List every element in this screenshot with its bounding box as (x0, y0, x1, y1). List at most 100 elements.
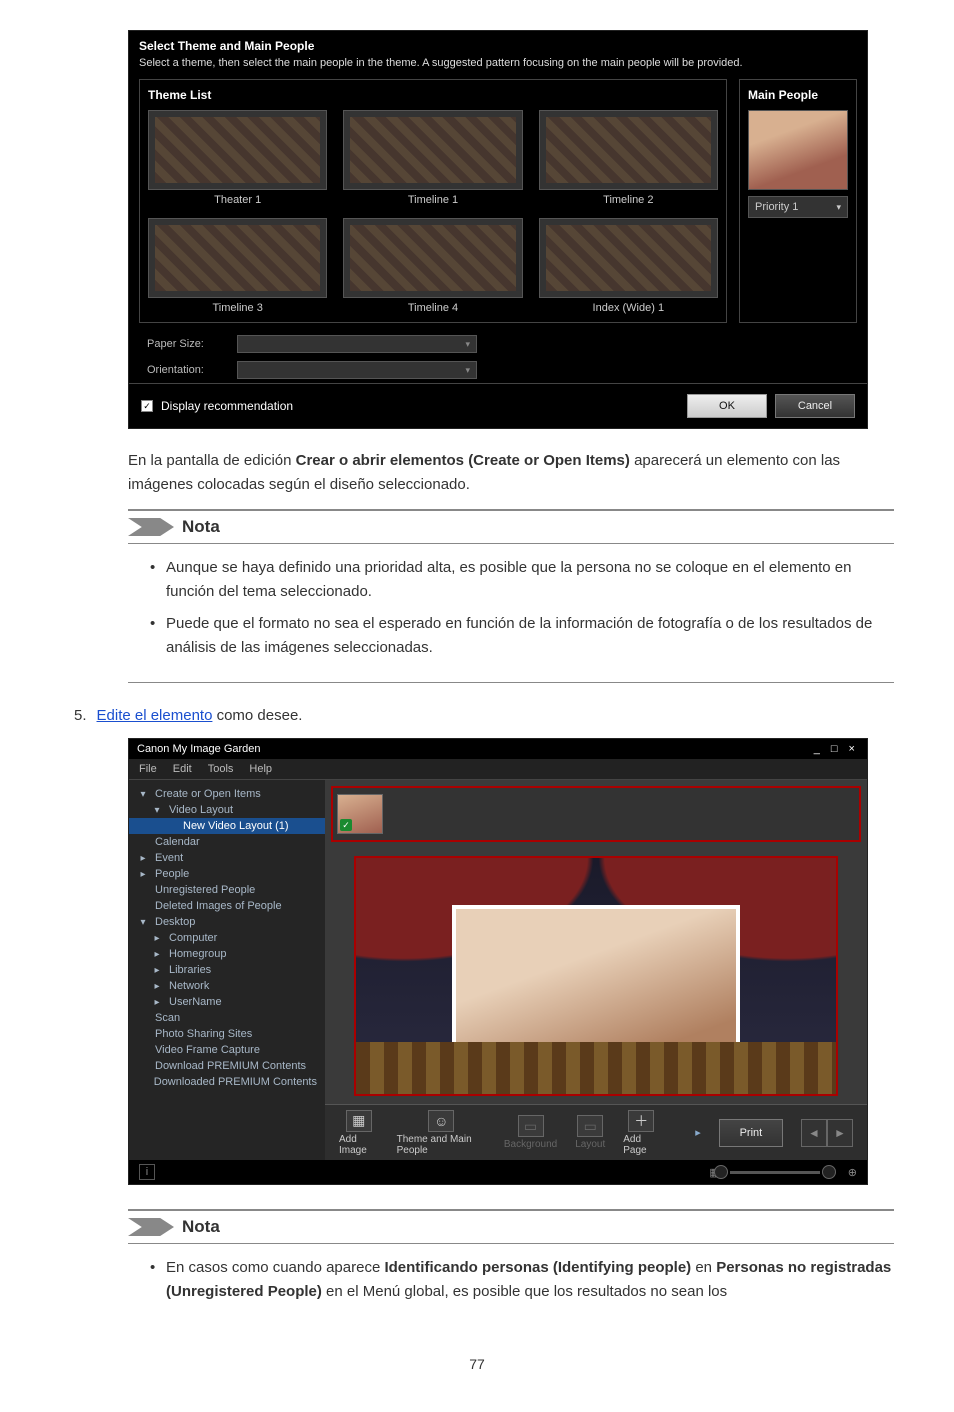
sidebar-item[interactable]: Calendar (129, 834, 325, 850)
tree-arrow-icon: ▸ (151, 965, 163, 976)
ok-button[interactable]: OK (687, 394, 767, 418)
menu-edit[interactable]: Edit (173, 763, 192, 775)
stage-floor (356, 1042, 836, 1094)
print-button[interactable]: Print (719, 1119, 783, 1147)
note-item: Puede que el formato no sea el esperado … (150, 612, 894, 660)
theme-grid: Theater 1 Timeline 1 Timeline 2 Timeline… (148, 110, 718, 314)
tree-arrow-icon: ▸ (151, 981, 163, 992)
note-block-1: Nota Aunque se haya definido una priorid… (128, 509, 894, 683)
add-image-icon: ▦ (346, 1110, 372, 1132)
main-people-panel: Main People Priority 1 (739, 79, 857, 323)
sidebar-item-label: Video Layout (169, 804, 233, 816)
thumbnail-strip[interactable] (331, 786, 861, 842)
sidebar-item-label: People (155, 868, 189, 880)
priority-select[interactable]: Priority 1 (748, 196, 848, 218)
paragraph-result: En la pantalla de edición Crear o abrir … (128, 449, 894, 497)
sidebar-item-label: Scan (155, 1012, 180, 1024)
tree-arrow-icon: ▸ (151, 933, 163, 944)
sidebar-item-label: Downloaded PREMIUM Contents (154, 1076, 317, 1088)
edit-item-link[interactable]: Edite el elemento (97, 707, 213, 724)
sidebar-item[interactable]: ▾Create or Open Items (129, 786, 325, 802)
sidebar-item[interactable]: ▸ Libraries (129, 962, 325, 978)
background-button: ▭Background (504, 1115, 557, 1150)
sidebar-item[interactable]: Unregistered People (129, 882, 325, 898)
sidebar-item-label: Unregistered People (155, 884, 255, 896)
prev-page-button[interactable]: ◄ (801, 1119, 827, 1147)
theme-item-timeline-2[interactable]: Timeline 2 (539, 110, 718, 206)
display-recommendation-label: Display recommendation (161, 399, 293, 413)
sidebar-item[interactable]: ▸ People (129, 866, 325, 882)
sidebar-item[interactable]: ▾Desktop (129, 914, 325, 930)
paper-size-label: Paper Size: (147, 338, 227, 350)
main-people-thumbnail[interactable] (748, 110, 848, 190)
theme-people-icon: ☺ (428, 1110, 454, 1132)
sidebar-item[interactable]: ▾Video Layout (129, 802, 325, 818)
orientation-select[interactable] (237, 361, 477, 379)
sidebar-item[interactable]: ▸ Computer (129, 930, 325, 946)
sidebar-item-label: Computer (169, 932, 217, 944)
theme-item-index-wide-1[interactable]: Index (Wide) 1 (539, 218, 718, 314)
tree-arrow-icon: ▸ (137, 869, 149, 880)
sidebar-item-label: Create or Open Items (155, 788, 261, 800)
theme-item-timeline-4[interactable]: Timeline 4 (343, 218, 522, 314)
expand-icon[interactable]: ▸ (695, 1126, 701, 1139)
menu-tools[interactable]: Tools (208, 763, 234, 775)
window-title: Canon My Image Garden (137, 743, 261, 755)
tree-arrow-icon: ▸ (137, 853, 149, 864)
step-5: 5. Edite el elemento como desee. (74, 707, 894, 724)
theme-people-button[interactable]: ☺Theme and Main People (397, 1110, 486, 1156)
sidebar-item[interactable]: Downloaded PREMIUM Contents (129, 1074, 325, 1090)
sidebar-item-label: UserName (169, 996, 222, 1008)
add-page-button[interactable]: ＋Add Page (623, 1110, 659, 1156)
sidebar-item[interactable]: ▸Event (129, 850, 325, 866)
cancel-button[interactable]: Cancel (775, 394, 855, 418)
zoom-fit-icon[interactable]: ⊕ (848, 1166, 857, 1179)
note-item: Aunque se haya definido una prioridad al… (150, 556, 894, 604)
dialog-footer: ✓ Display recommendation OK Cancel (129, 383, 867, 428)
sidebar-item[interactable]: ▸Network (129, 978, 325, 994)
next-page-button[interactable]: ► (827, 1119, 853, 1147)
app-window: Canon My Image Garden _ □ × File Edit To… (128, 738, 868, 1185)
info-icon[interactable]: i (139, 1164, 155, 1180)
dialog-title: Select Theme and Main People (129, 31, 867, 57)
sidebar-item[interactable]: Deleted Images of People (129, 898, 325, 914)
sidebar-item-label: Libraries (169, 964, 211, 976)
thumbnail-item[interactable] (337, 794, 383, 834)
sidebar: ▾Create or Open Items▾Video Layout New Vi… (129, 780, 325, 1160)
theme-item-theater-1[interactable]: Theater 1 (148, 110, 327, 206)
main-area: ▦Add Image ☺Theme and Main People ▭Backg… (325, 780, 867, 1160)
sidebar-item[interactable]: New Video Layout (1) (129, 818, 325, 834)
sidebar-item[interactable]: ▸Homegroup (129, 946, 325, 962)
window-titlebar: Canon My Image Garden _ □ × (129, 739, 867, 759)
sidebar-item[interactable]: Scan (129, 1010, 325, 1026)
menu-bar: File Edit Tools Help (129, 759, 867, 780)
note-item: En casos como cuando aparece Identifican… (150, 1256, 894, 1304)
sidebar-item-label: New Video Layout (1) (183, 820, 289, 832)
canvas-frame[interactable] (354, 856, 838, 1096)
sidebar-item[interactable]: Photo Sharing Sites (129, 1026, 325, 1042)
tree-arrow-icon: ▸ (151, 949, 163, 960)
note-arrows-icon (128, 518, 174, 536)
add-image-button[interactable]: ▦Add Image (339, 1110, 379, 1156)
sidebar-item[interactable]: ▸ UserName (129, 994, 325, 1010)
theme-list-label: Theme List (148, 88, 718, 102)
sidebar-item-label: Deleted Images of People (155, 900, 282, 912)
orientation-row: Orientation: (129, 357, 867, 383)
paper-size-select[interactable] (237, 335, 477, 353)
sidebar-item[interactable]: Download PREMIUM Contents (129, 1058, 325, 1074)
menu-help[interactable]: Help (249, 763, 272, 775)
placed-photo[interactable] (452, 905, 740, 1047)
theme-item-timeline-3[interactable]: Timeline 3 (148, 218, 327, 314)
sidebar-item[interactable]: Video Frame Capture (129, 1042, 325, 1058)
sidebar-item-label: Video Frame Capture (155, 1044, 260, 1056)
page-number: 77 (60, 1356, 894, 1372)
tree-arrow-icon: ▸ (151, 997, 163, 1008)
main-people-label: Main People (748, 88, 848, 102)
menu-file[interactable]: File (139, 763, 157, 775)
display-recommendation-checkbox[interactable]: ✓ (141, 400, 153, 412)
bottom-toolbar: ▦Add Image ☺Theme and Main People ▭Backg… (325, 1104, 867, 1160)
theme-item-timeline-1[interactable]: Timeline 1 (343, 110, 522, 206)
window-controls[interactable]: _ □ × (814, 743, 859, 755)
dialog-subtitle: Select a theme, then select the main peo… (129, 57, 867, 79)
zoom-slider[interactable] (730, 1171, 820, 1174)
